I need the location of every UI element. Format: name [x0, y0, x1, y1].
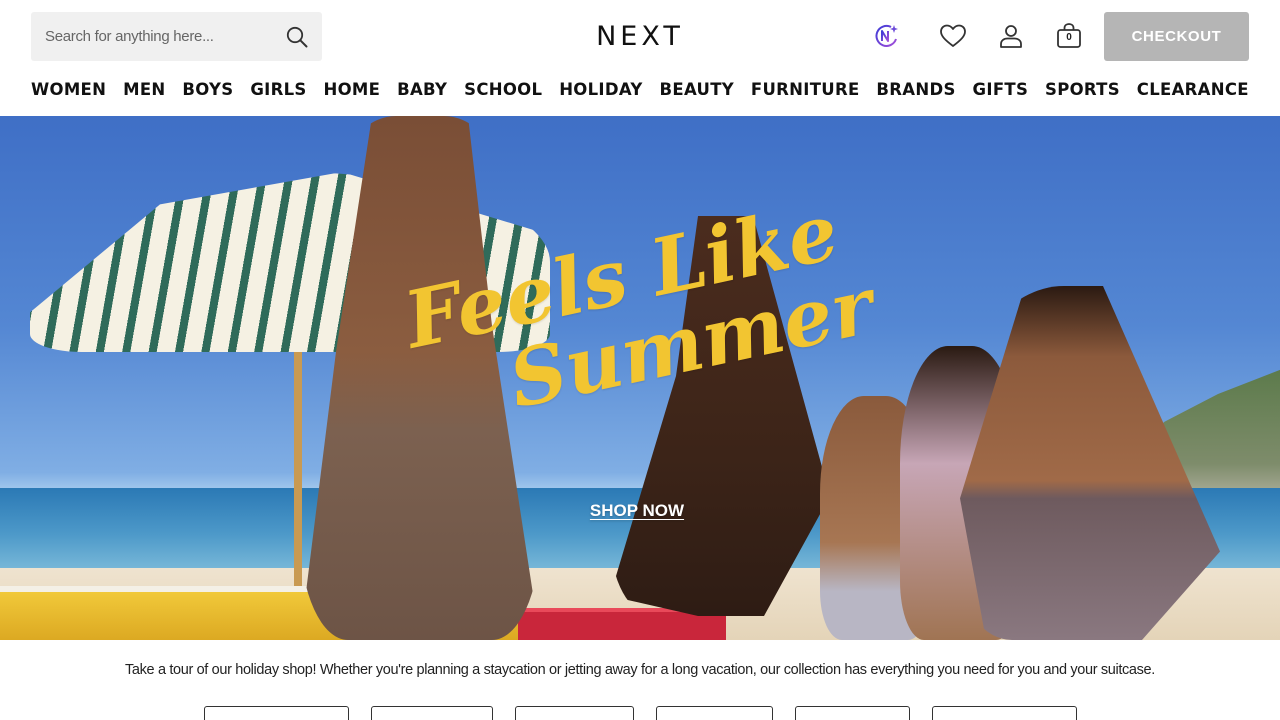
nav-item-home[interactable]: HOME — [323, 78, 380, 102]
nav-item-clearance[interactable]: CLEARANCE — [1137, 78, 1249, 102]
nav-item-furniture[interactable]: FURNITURE — [751, 78, 860, 102]
account-icon — [1000, 25, 1022, 48]
nav-item-gifts[interactable]: GIFTS — [973, 78, 1029, 102]
category-pill[interactable] — [371, 706, 493, 720]
shop-now-link[interactable]: SHOP NOW — [560, 501, 714, 521]
bag-count-badge: 0 — [1066, 32, 1072, 43]
nav-item-women[interactable]: WOMEN — [31, 78, 106, 102]
category-pill[interactable] — [795, 706, 910, 720]
site-header: NEXT 0 CHECKOUT — [0, 0, 1280, 74]
category-pill[interactable] — [204, 706, 349, 720]
main-navigation: WOMEN MEN BOYS GIRLS HOME BABY SCHOOL HO… — [31, 78, 1249, 102]
nav-item-boys[interactable]: BOYS — [182, 78, 233, 102]
category-pill[interactable] — [515, 706, 634, 720]
search-input[interactable] — [31, 12, 272, 61]
nav-item-brands[interactable]: BRANDS — [876, 78, 955, 102]
account-button[interactable] — [995, 20, 1027, 52]
heart-icon — [940, 24, 966, 47]
bag-button[interactable]: 0 — [1053, 20, 1085, 52]
favourites-button[interactable] — [937, 20, 969, 52]
search-bar — [31, 12, 322, 61]
nav-item-beauty[interactable]: BEAUTY — [660, 78, 735, 102]
nav-item-school[interactable]: SCHOOL — [464, 78, 542, 102]
next-ai-button[interactable] — [871, 20, 903, 52]
next-logo[interactable]: NEXT — [592, 21, 688, 52]
next-ai-icon — [875, 24, 898, 47]
search-icon — [286, 26, 308, 47]
nav-item-girls[interactable]: GIRLS — [250, 78, 306, 102]
search-button[interactable] — [272, 12, 322, 61]
nav-item-men[interactable]: MEN — [123, 78, 165, 102]
checkout-button[interactable]: CHECKOUT — [1104, 12, 1249, 61]
nav-item-holiday[interactable]: HOLIDAY — [559, 78, 642, 102]
category-pill[interactable] — [656, 706, 773, 720]
category-pill[interactable] — [932, 706, 1077, 720]
holiday-intro-text: Take a tour of our holiday shop! Whether… — [125, 662, 1155, 678]
category-pills — [0, 706, 1280, 720]
nav-item-sports[interactable]: SPORTS — [1045, 78, 1120, 102]
nav-item-baby[interactable]: BABY — [397, 78, 447, 102]
hero-banner[interactable]: Feels Like Summer SHOP NOW — [0, 116, 1280, 640]
hero-person-boy — [960, 286, 1220, 640]
hero-person-man — [610, 216, 830, 616]
